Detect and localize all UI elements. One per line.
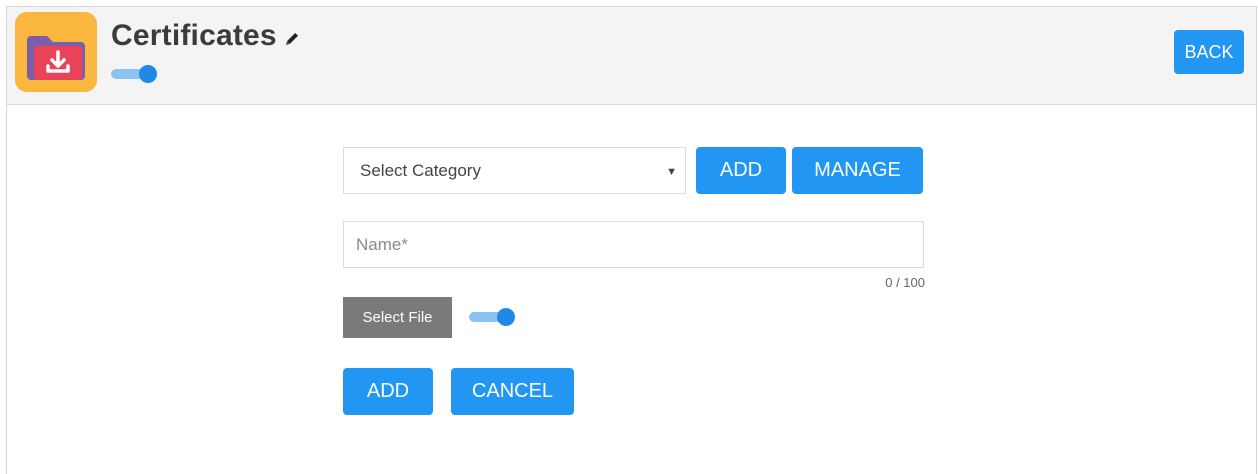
name-char-counter: 0 / 100 (885, 275, 925, 290)
add-button[interactable]: ADD (343, 368, 433, 415)
toggle-knob (139, 65, 157, 83)
visibility-toggle[interactable] (111, 65, 157, 83)
caret-down-icon: ▼ (666, 166, 677, 178)
cancel-button[interactable]: CANCEL (451, 368, 574, 415)
select-file-button[interactable]: Select File (343, 297, 452, 338)
name-input[interactable] (343, 221, 924, 268)
file-toggle[interactable] (469, 308, 515, 326)
manage-categories-button[interactable]: MANAGE (792, 147, 923, 194)
page-title: Certificates (111, 19, 277, 52)
title-wrap: Certificates (111, 19, 301, 53)
category-select[interactable]: Select Category ▼ (343, 147, 686, 194)
category-select-value: Select Category (360, 161, 481, 180)
add-category-button[interactable]: ADD (696, 147, 786, 194)
page-header: Certificates BACK (7, 7, 1256, 105)
page-frame: Certificates BACK Select Category ▼ ADD … (6, 6, 1257, 474)
toggle-knob (497, 308, 515, 326)
back-button[interactable]: BACK (1174, 30, 1244, 74)
folder-download-icon (15, 12, 97, 92)
pencil-icon[interactable] (283, 30, 301, 48)
